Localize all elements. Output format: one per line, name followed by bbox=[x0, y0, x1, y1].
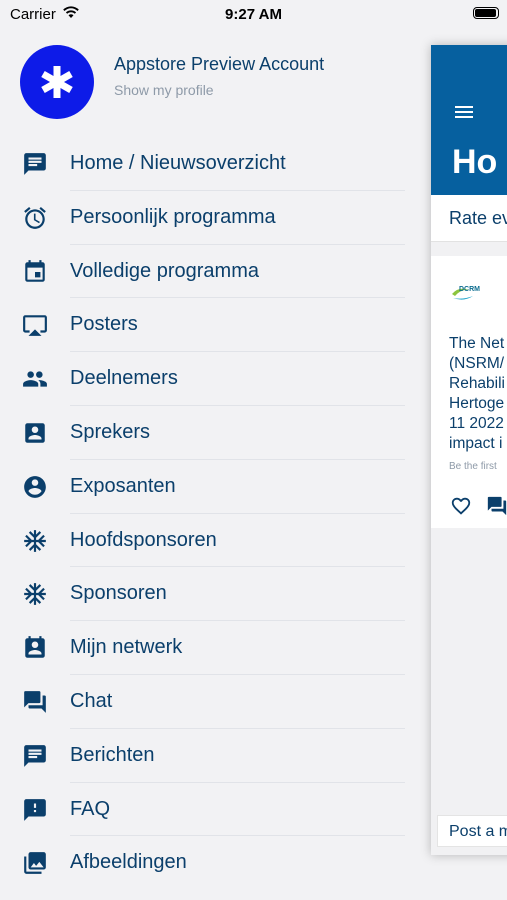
clock: 9:27 AM bbox=[225, 6, 282, 23]
alarm-icon bbox=[24, 206, 46, 229]
snowflake-icon bbox=[24, 529, 46, 552]
avatar[interactable] bbox=[20, 45, 94, 119]
heart-icon[interactable] bbox=[449, 495, 473, 517]
account-circle-icon bbox=[24, 475, 46, 498]
battery-icon bbox=[473, 7, 499, 19]
rate-event-bar[interactable]: Rate ev bbox=[431, 195, 507, 242]
menu-item-home[interactable]: Home / Nieuwsoverzicht bbox=[0, 137, 420, 191]
app-header: Ho bbox=[431, 45, 507, 195]
menu-item-hoofdsponsoren[interactable]: Hoofdsponsoren bbox=[0, 514, 420, 568]
menu-item-label: Mijn netwerk bbox=[70, 636, 183, 659]
dcrm-logo: DCRM bbox=[452, 286, 480, 300]
menu-item-mijn-netwerk[interactable]: Mijn netwerk bbox=[0, 621, 420, 675]
menu-item-label: Sponsoren bbox=[70, 582, 167, 605]
menu-item-label: Volledige programma bbox=[70, 259, 259, 282]
divider bbox=[431, 242, 507, 256]
calendar-icon bbox=[25, 259, 45, 282]
menu-item-label: FAQ bbox=[70, 797, 111, 820]
photo-library-icon bbox=[24, 852, 46, 875]
navigation-menu: Home / Nieuwsoverzicht Persoonlijk progr… bbox=[0, 137, 420, 890]
menu-icon[interactable] bbox=[455, 106, 473, 118]
menu-item-exposanten[interactable]: Exposanten bbox=[0, 460, 420, 514]
menu-item-berichten[interactable]: Berichten bbox=[0, 729, 420, 783]
menu-item-label: Hoofdsponsoren bbox=[70, 528, 217, 551]
post-message-input[interactable]: Post a m bbox=[437, 815, 507, 847]
menu-item-sponsoren[interactable]: Sponsoren bbox=[0, 567, 420, 622]
show-profile-link[interactable]: Show my profile bbox=[114, 82, 214, 98]
menu-item-label: Berichten bbox=[70, 743, 155, 766]
menu-item-label: Sprekers bbox=[70, 420, 151, 443]
comment-icon[interactable] bbox=[485, 495, 507, 517]
contact-badge-icon bbox=[25, 636, 45, 658]
feed-background bbox=[431, 528, 507, 855]
forum-icon bbox=[24, 691, 46, 713]
menu-item-posters[interactable]: Posters bbox=[0, 298, 420, 353]
snowflake-icon bbox=[24, 583, 46, 606]
menu-item-chat[interactable]: Chat bbox=[0, 675, 420, 729]
menu-item-label: Exposanten bbox=[70, 474, 176, 497]
contact-card-icon bbox=[25, 423, 45, 443]
profile-header[interactable]: Appstore Preview Account Show my profile bbox=[0, 38, 420, 124]
menu-item-label: Chat bbox=[70, 689, 113, 712]
menu-item-label: Posters bbox=[70, 313, 138, 336]
menu-item-label: Deelnemers bbox=[70, 367, 178, 390]
people-icon bbox=[23, 371, 47, 387]
menu-item-persoonlijk-programma[interactable]: Persoonlijk programma bbox=[0, 191, 420, 245]
menu-item-label: Home / Nieuwsoverzicht bbox=[70, 152, 286, 174]
asterisk-icon bbox=[41, 66, 73, 98]
status-bar: Carrier 9:27 AM bbox=[0, 0, 507, 28]
menu-item-volledige-programma[interactable]: Volledige programma bbox=[0, 245, 420, 299]
message-icon bbox=[24, 153, 46, 175]
menu-item-deelnemers[interactable]: Deelnemers bbox=[0, 352, 420, 406]
main-content-preview[interactable]: Ho Rate ev DCRM The Net (NSRM/ Rehabili … bbox=[431, 45, 507, 855]
post-message-placeholder: Post a m bbox=[449, 823, 507, 840]
rate-event-label: Rate ev bbox=[449, 208, 507, 228]
alert-box-icon bbox=[24, 798, 46, 821]
page-title: Ho bbox=[452, 143, 498, 181]
menu-item-label: Afbeeldingen bbox=[70, 851, 187, 874]
account-name: Appstore Preview Account bbox=[114, 54, 325, 74]
post-body: The Net (NSRM/ Rehabili Hertoge 11 2022 … bbox=[449, 335, 506, 452]
menu-item-sprekers[interactable]: Sprekers bbox=[0, 406, 420, 460]
first-comment-hint: Be the first bbox=[449, 461, 497, 472]
message-icon bbox=[24, 744, 46, 767]
logo-text: DCRM bbox=[459, 286, 480, 293]
menu-item-faq[interactable]: FAQ bbox=[0, 783, 420, 837]
airplay-icon bbox=[23, 315, 47, 337]
menu-item-afbeeldingen[interactable]: Afbeeldingen bbox=[0, 836, 420, 890]
menu-item-label: Persoonlijk programma bbox=[70, 205, 276, 228]
